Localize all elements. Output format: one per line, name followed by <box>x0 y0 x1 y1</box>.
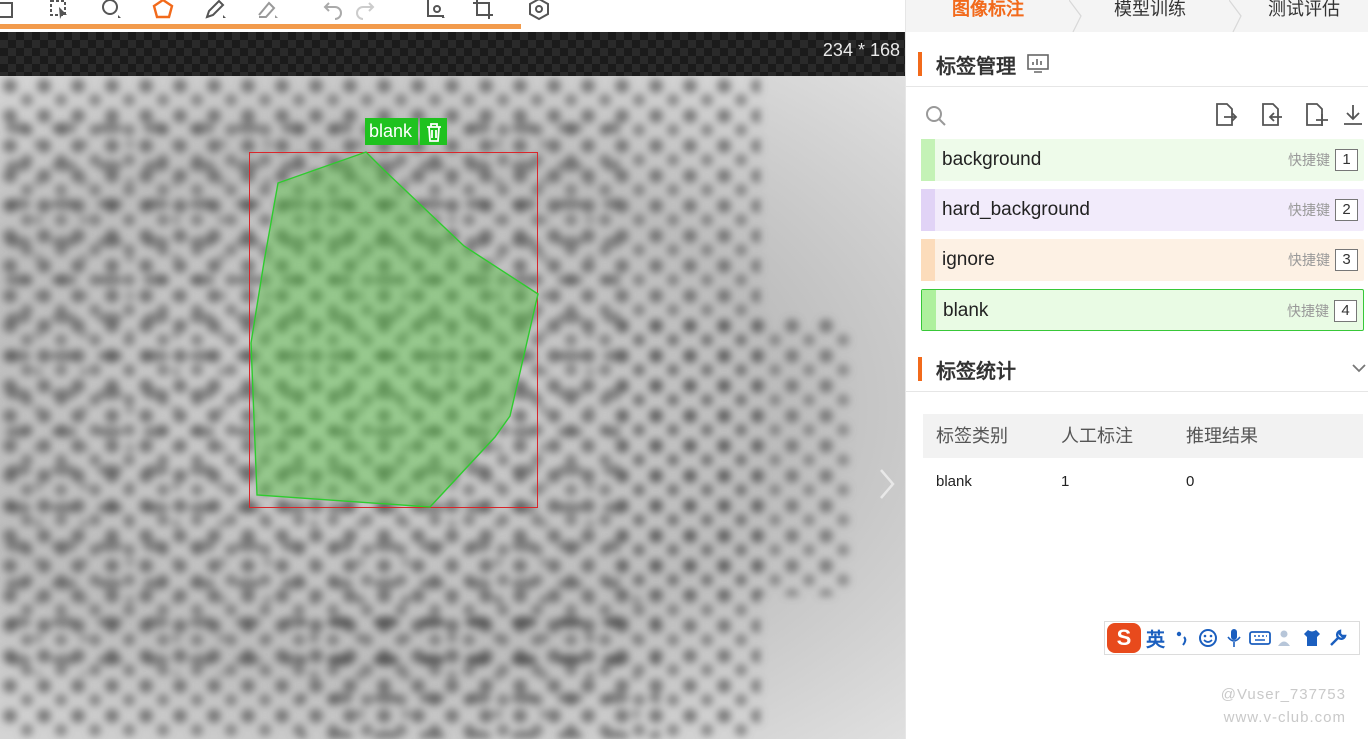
right-panel: 图像标注 模型训练 测试评估 标签管理 background 快捷键 1 har… <box>905 0 1368 739</box>
user-icon[interactable] <box>1275 627 1297 649</box>
hotkey-caption: 快捷键 <box>1288 252 1330 268</box>
column-header: 标签类别 <box>936 426 1008 446</box>
export-labels-icon[interactable] <box>1256 100 1286 130</box>
delete-annotation-icon[interactable] <box>420 118 448 145</box>
ime-mode-toggle[interactable]: 英 <box>1146 625 1165 652</box>
annotation-toolbar <box>0 0 905 29</box>
annotation-tag-label[interactable]: blank <box>365 118 419 145</box>
table-cell: 0 <box>1186 473 1195 490</box>
table-cell: blank <box>936 473 972 490</box>
hotkey-badge: 3 <box>1335 249 1358 271</box>
label-color-stripe <box>922 290 936 330</box>
ime-toolbar: S 英 <box>1104 621 1360 655</box>
hotkey-badge: 1 <box>1335 149 1358 171</box>
image-dimensions: 234 * 168 <box>822 40 900 60</box>
hotkey-badge: 4 <box>1334 300 1357 322</box>
table-row: blank 1 0 <box>923 460 1363 504</box>
circle-tool-icon[interactable] <box>96 0 126 22</box>
add-label-icon[interactable] <box>1300 100 1330 130</box>
tab-image-annotation[interactable]: 图像标注 <box>952 0 1024 24</box>
chevron-down-icon[interactable] <box>1350 360 1368 376</box>
annotation-tag: blank <box>365 118 448 145</box>
label-name: background <box>942 149 1042 170</box>
divider <box>906 86 1368 87</box>
polygon-tool-icon[interactable] <box>148 0 178 22</box>
column-header: 推理结果 <box>1186 426 1258 446</box>
microphone-icon[interactable] <box>1223 627 1245 649</box>
redo-icon[interactable] <box>350 0 380 22</box>
keyboard-icon[interactable] <box>1249 627 1271 649</box>
pen-tool-icon[interactable] <box>200 0 230 22</box>
label-color-stripe <box>921 189 935 231</box>
canvas-info-bar: 234 * 168 <box>0 32 905 76</box>
label-item-hard-background[interactable]: hard_background 快捷键 2 <box>921 189 1364 231</box>
punctuation-icon[interactable] <box>1171 627 1193 649</box>
search-icon[interactable] <box>924 104 948 128</box>
stats-table-header: 标签类别 人工标注 推理结果 <box>923 414 1363 458</box>
settings-hex-icon[interactable] <box>524 0 554 22</box>
undo-icon[interactable] <box>318 0 348 22</box>
tab-separator <box>1069 0 1082 32</box>
column-header: 人工标注 <box>1061 426 1133 446</box>
hotkey-caption: 快捷键 <box>1288 152 1330 168</box>
import-labels-icon[interactable] <box>1210 100 1240 130</box>
label-name: ignore <box>942 249 995 270</box>
label-name: hard_background <box>942 199 1090 220</box>
label-stats-header: 标签统计 <box>918 355 1016 383</box>
canvas-region: 234 * 168 blank <box>0 0 905 739</box>
main-tabs: 图像标注 模型训练 测试评估 <box>906 0 1368 32</box>
label-color-stripe <box>921 239 935 281</box>
hotkey-badge: 2 <box>1335 199 1358 221</box>
tab-test-evaluation[interactable]: 测试评估 <box>1268 0 1340 24</box>
hotkey-caption: 快捷键 <box>1287 303 1329 319</box>
label-management-header: 标签管理 <box>918 50 1050 78</box>
download-icon[interactable] <box>1338 100 1368 130</box>
watermark-site: www.v-club.com <box>1223 709 1346 726</box>
label-stats-title: 标签统计 <box>936 360 1016 383</box>
label-toolbar <box>924 100 1364 132</box>
load-progress-bar <box>0 24 521 29</box>
label-name: blank <box>943 300 989 321</box>
watermark-user: @Vuser_737753 <box>1220 686 1346 703</box>
label-management-title: 标签管理 <box>936 55 1016 78</box>
table-cell: 1 <box>1061 473 1070 490</box>
tab-separator <box>1229 0 1242 32</box>
rect-tool-icon[interactable] <box>0 0 20 22</box>
select-tool-icon[interactable] <box>44 0 74 22</box>
node-edit-icon[interactable] <box>420 0 450 22</box>
crop-tool-icon[interactable] <box>468 0 498 22</box>
label-item-background[interactable]: background 快捷键 1 <box>921 139 1364 181</box>
bounding-box[interactable] <box>249 152 538 508</box>
skin-shirt-icon[interactable] <box>1301 627 1323 649</box>
divider <box>906 391 1368 392</box>
next-image-arrow[interactable] <box>872 464 902 504</box>
monitor-icon[interactable] <box>1026 53 1050 75</box>
label-item-blank[interactable]: blank 快捷键 4 <box>921 289 1364 331</box>
emoji-icon[interactable] <box>1197 627 1219 649</box>
wrench-icon[interactable] <box>1327 627 1349 649</box>
tab-model-training[interactable]: 模型训练 <box>1114 0 1186 24</box>
section-accent-bar <box>918 357 922 381</box>
hotkey-caption: 快捷键 <box>1288 202 1330 218</box>
eraser-tool-icon[interactable] <box>252 0 282 22</box>
ime-logo[interactable]: S <box>1107 623 1141 653</box>
label-item-ignore[interactable]: ignore 快捷键 3 <box>921 239 1364 281</box>
label-color-stripe <box>921 139 935 181</box>
section-accent-bar <box>918 52 922 76</box>
